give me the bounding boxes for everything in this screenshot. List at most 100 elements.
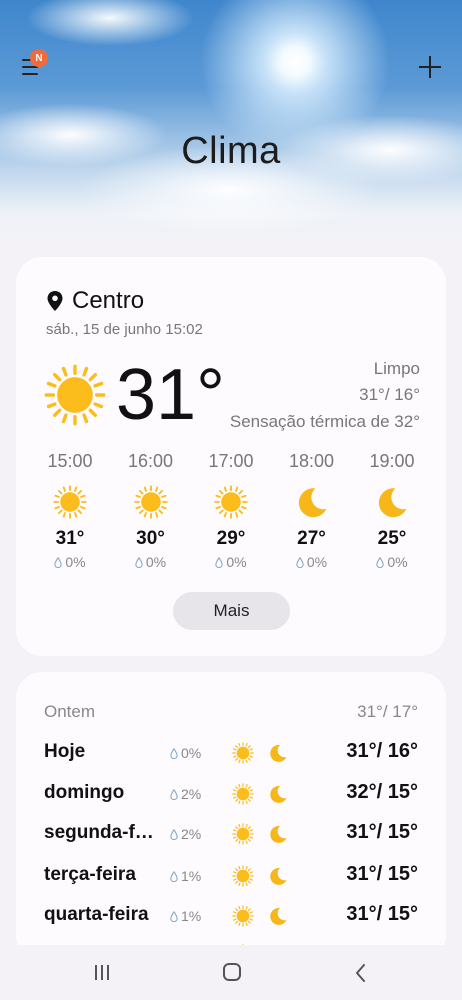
high-low-label: 31°/ 16° bbox=[359, 385, 420, 404]
page-title: Clima bbox=[181, 130, 281, 172]
recent-apps-icon bbox=[95, 965, 97, 980]
precip-value: 1% bbox=[181, 868, 202, 884]
feels-like-label: Sensação térmica de 32° bbox=[229, 412, 420, 431]
raindrop-icon bbox=[376, 557, 384, 568]
raindrop-icon bbox=[54, 557, 62, 568]
hour-time: 15:00 bbox=[47, 451, 93, 471]
current-datetime: sáb., 15 de junho 15:02 bbox=[46, 321, 203, 338]
day-precipitation: 1% bbox=[170, 868, 201, 884]
location-pin-icon bbox=[47, 291, 63, 311]
yesterday-row: Ontem 31°/ 17° bbox=[44, 702, 418, 722]
raindrop-icon bbox=[296, 557, 304, 568]
hourly-item: 16:00 30° 0% bbox=[111, 451, 191, 570]
day-precipitation: 2% bbox=[170, 826, 201, 842]
precip-value: 0% bbox=[306, 554, 328, 570]
daily-row[interactable]: terça-feira 1% 31°/ 15° bbox=[44, 861, 418, 891]
hour-temperature: 29° bbox=[216, 528, 246, 549]
notification-badge: N bbox=[30, 49, 48, 67]
day-name: segunda-feira bbox=[44, 822, 162, 843]
condition-label: Limpo bbox=[373, 359, 420, 378]
sun-icon bbox=[53, 485, 87, 519]
day-precipitation: 0% bbox=[170, 745, 201, 761]
hour-precipitation: 0% bbox=[54, 554, 86, 570]
hourly-item: 15:00 31° 0% bbox=[30, 451, 110, 570]
daily-row[interactable]: domingo 2% 32°/ 15° bbox=[44, 779, 418, 809]
moon-icon bbox=[268, 742, 288, 764]
recent-apps-icon-line bbox=[101, 965, 103, 980]
hour-precipitation: 0% bbox=[296, 554, 327, 570]
recent-apps-icon-line bbox=[107, 965, 109, 980]
day-temperature-range: 31°/ 15° bbox=[346, 821, 418, 843]
sun-icon bbox=[44, 364, 106, 426]
hamburger-menu-icon-line bbox=[22, 73, 38, 75]
hour-temperature: 30° bbox=[136, 528, 165, 549]
hour-temperature: 31° bbox=[55, 528, 85, 549]
daily-forecast-card[interactable]: Ontem 31°/ 17° Hoje 0% 31°/ 16° domingo … bbox=[16, 672, 446, 962]
sky-header-background bbox=[0, 0, 462, 250]
hour-time: 17:00 bbox=[208, 451, 254, 471]
sun-icon bbox=[232, 865, 254, 887]
raindrop-icon bbox=[170, 789, 178, 800]
more-button[interactable]: Mais bbox=[173, 592, 290, 630]
raindrop-icon bbox=[135, 557, 143, 568]
precip-value: 2% bbox=[181, 826, 202, 842]
precip-value: 0% bbox=[226, 554, 247, 570]
day-temperature-range: 32°/ 15° bbox=[346, 781, 418, 803]
add-location-button[interactable] bbox=[418, 55, 442, 79]
hour-time: 18:00 bbox=[288, 451, 335, 471]
moon-icon bbox=[268, 905, 288, 927]
moon-icon bbox=[268, 865, 288, 887]
moon-icon bbox=[295, 485, 329, 519]
day-temperature-range: 31°/ 16° bbox=[346, 740, 418, 762]
raindrop-icon bbox=[170, 829, 178, 840]
daily-row[interactable]: Hoje 0% 31°/ 16° bbox=[44, 738, 418, 768]
day-precipitation: 2% bbox=[170, 786, 201, 802]
moon-icon bbox=[375, 485, 409, 519]
hourly-item: 17:00 29° 0% bbox=[191, 451, 271, 570]
raindrop-icon bbox=[215, 557, 223, 568]
day-precipitation: 1% bbox=[170, 908, 201, 924]
hourly-item: 19:00 25° 0% bbox=[352, 451, 432, 570]
daily-row[interactable]: quarta-feira 1% 31°/ 15° bbox=[44, 901, 418, 931]
yesterday-label: Ontem bbox=[44, 702, 96, 721]
precip-value: 0% bbox=[65, 554, 86, 570]
hourly-forecast: 15:00 31° 0% 16:00 30° 0% 17:00 29° 0% 1… bbox=[30, 451, 432, 570]
hour-time: 19:00 bbox=[369, 451, 415, 471]
hour-precipitation: 0% bbox=[215, 554, 247, 570]
sun-icon bbox=[232, 905, 254, 927]
sun-icon bbox=[134, 485, 168, 519]
moon-icon bbox=[268, 783, 288, 805]
sun-icon bbox=[232, 783, 254, 805]
precip-value: 0% bbox=[145, 554, 167, 570]
hour-time: 16:00 bbox=[127, 451, 174, 471]
precip-value: 1% bbox=[181, 908, 202, 924]
precip-value: 2% bbox=[181, 786, 202, 802]
raindrop-icon bbox=[170, 871, 178, 882]
yesterday-range: 31°/ 17° bbox=[357, 702, 418, 721]
home-button[interactable] bbox=[223, 963, 241, 981]
raindrop-icon bbox=[170, 748, 178, 759]
day-name: Hoje bbox=[44, 741, 86, 762]
daily-row[interactable]: segunda-feira 2% 31°/ 15° bbox=[44, 819, 418, 849]
sun-icon bbox=[232, 742, 254, 764]
current-weather-card[interactable]: Centro sáb., 15 de junho 15:02 31° Limpo… bbox=[16, 257, 446, 656]
back-button[interactable] bbox=[352, 963, 370, 983]
raindrop-icon bbox=[170, 911, 178, 922]
system-navigation-bar bbox=[0, 945, 462, 1000]
day-name: domingo bbox=[44, 782, 125, 803]
day-name: quarta-feira bbox=[44, 904, 149, 925]
day-temperature-range: 31°/ 15° bbox=[346, 863, 418, 885]
day-temperature-range: 31°/ 15° bbox=[346, 903, 418, 925]
hourly-item: 18:00 27° 0% bbox=[272, 451, 352, 570]
hour-temperature: 25° bbox=[377, 528, 407, 549]
hour-precipitation: 0% bbox=[135, 554, 166, 570]
hour-temperature: 27° bbox=[297, 528, 326, 549]
precip-value: 0% bbox=[387, 554, 408, 570]
location-row: Centro bbox=[46, 287, 144, 315]
hour-precipitation: 0% bbox=[376, 554, 408, 570]
recent-apps-button[interactable] bbox=[94, 965, 110, 981]
day-name: terça-feira bbox=[44, 864, 136, 885]
location-name: Centro bbox=[72, 287, 145, 314]
sun-icon bbox=[214, 485, 248, 519]
precip-value: 0% bbox=[181, 745, 202, 761]
